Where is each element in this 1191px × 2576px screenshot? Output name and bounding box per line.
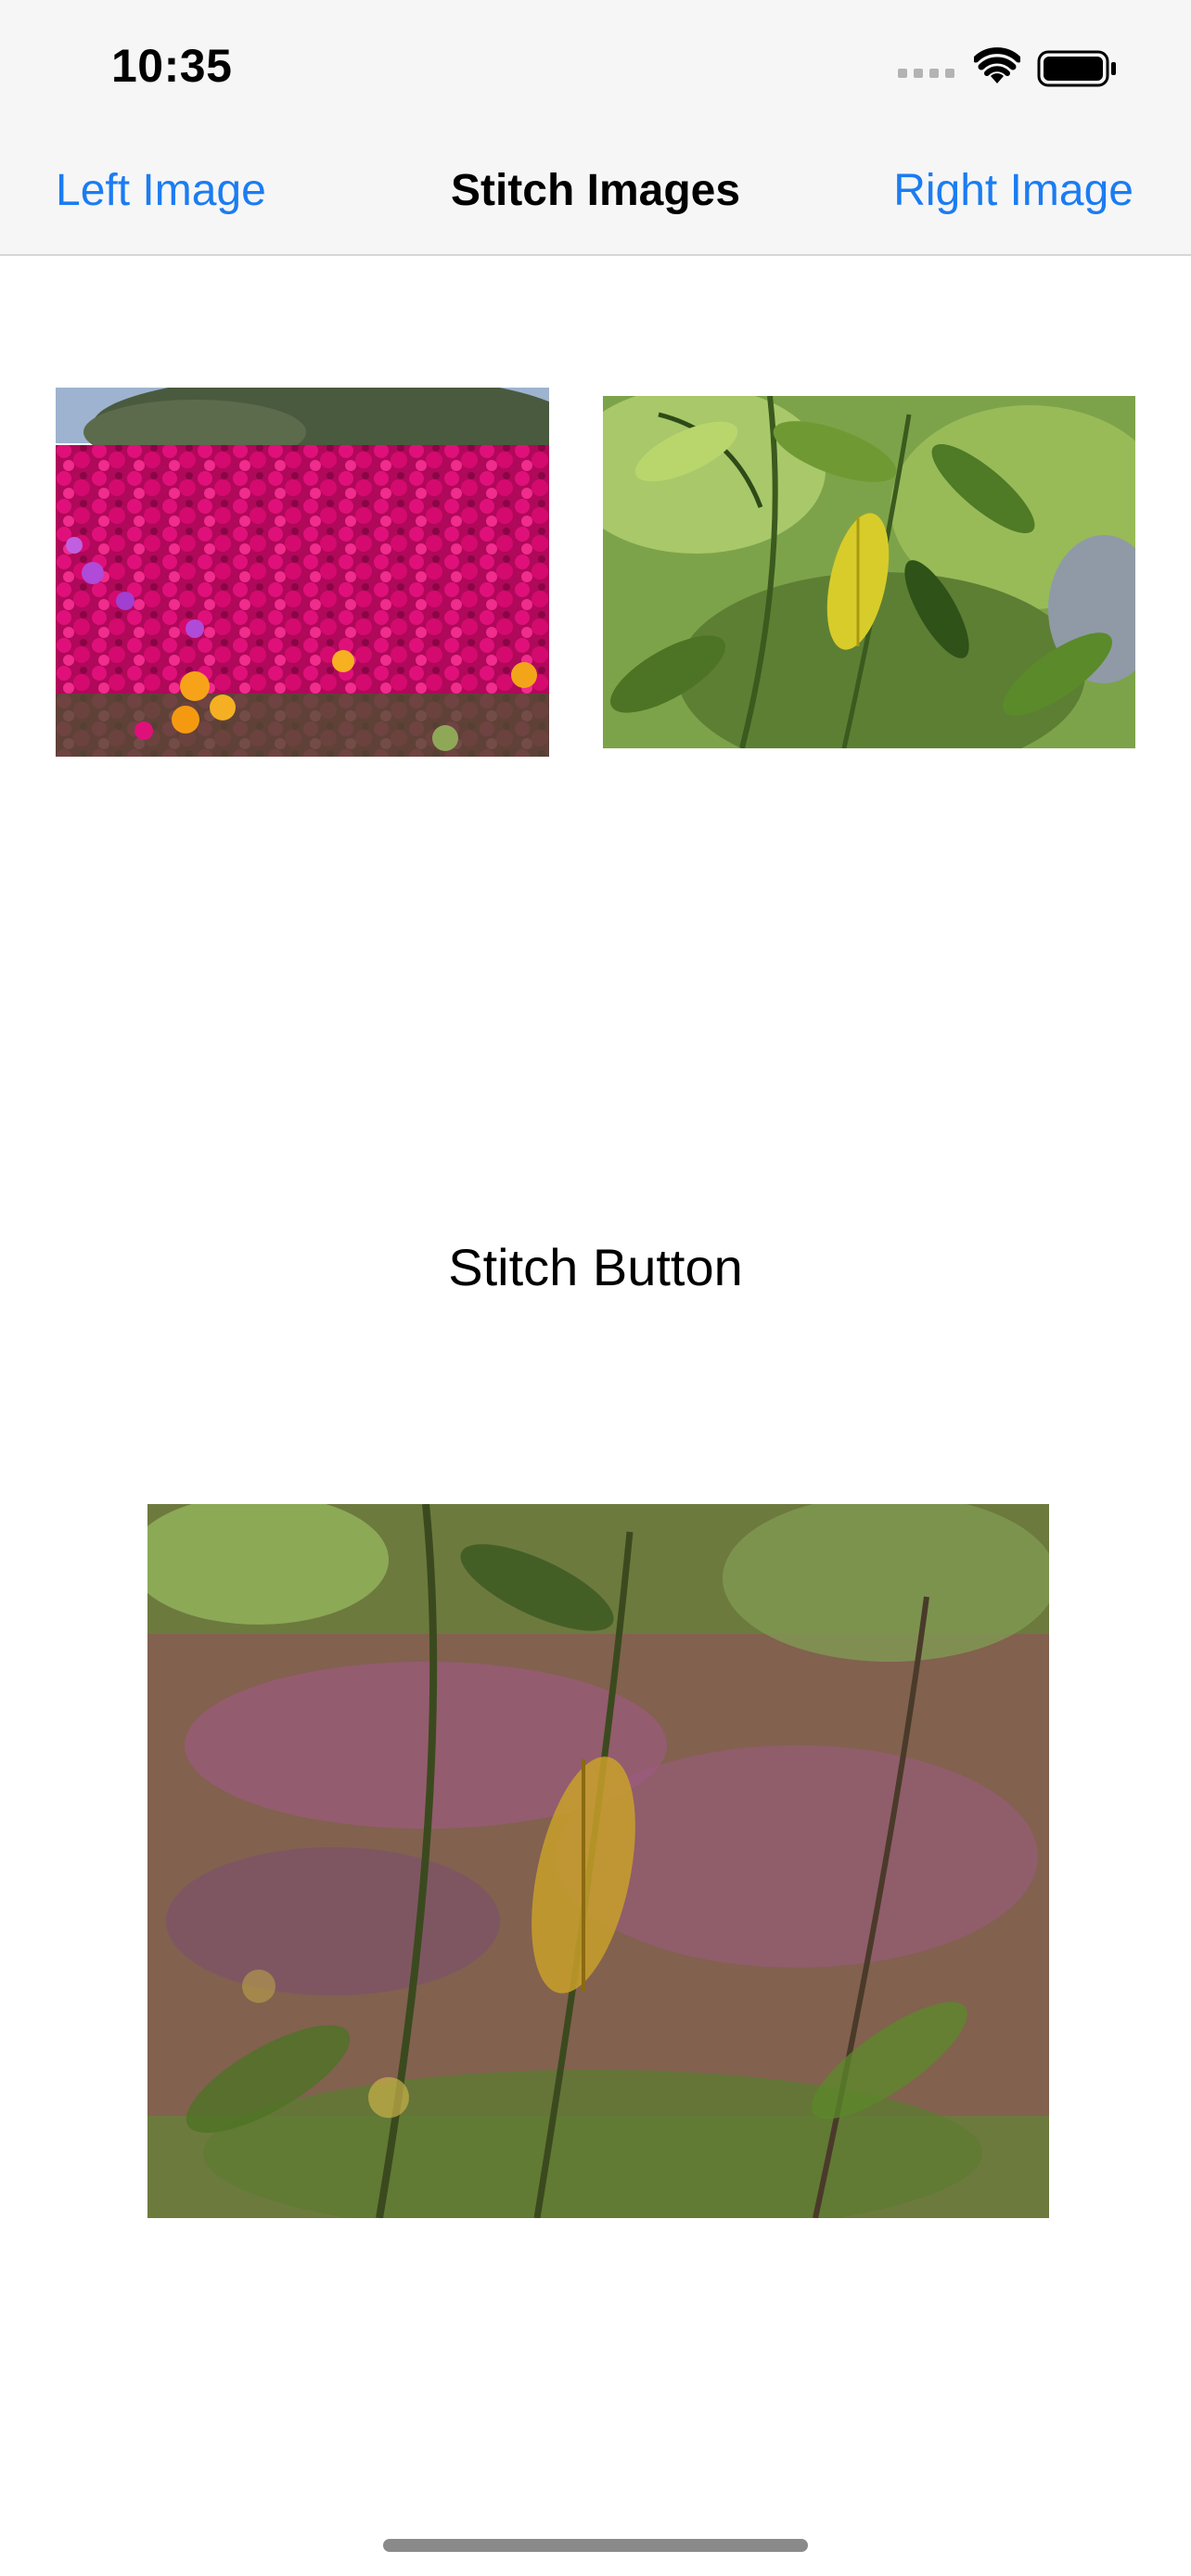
status-time: 10:35 — [111, 40, 233, 92]
cellular-signal-icon — [898, 65, 957, 83]
stitch-button[interactable]: Stitch Button — [0, 1237, 1191, 1297]
right-image — [603, 396, 1135, 748]
home-indicator[interactable] — [383, 2539, 808, 2552]
battery-icon — [1037, 50, 1116, 87]
status-bar: 10:35 — [0, 0, 1191, 130]
stitched-result-image — [147, 1504, 1049, 2218]
left-image — [56, 388, 549, 757]
right-image-button[interactable]: Right Image — [893, 165, 1133, 216]
wifi-icon — [974, 47, 1020, 83]
navigation-bar: Left Image Stitch Images Right Image — [0, 130, 1191, 256]
